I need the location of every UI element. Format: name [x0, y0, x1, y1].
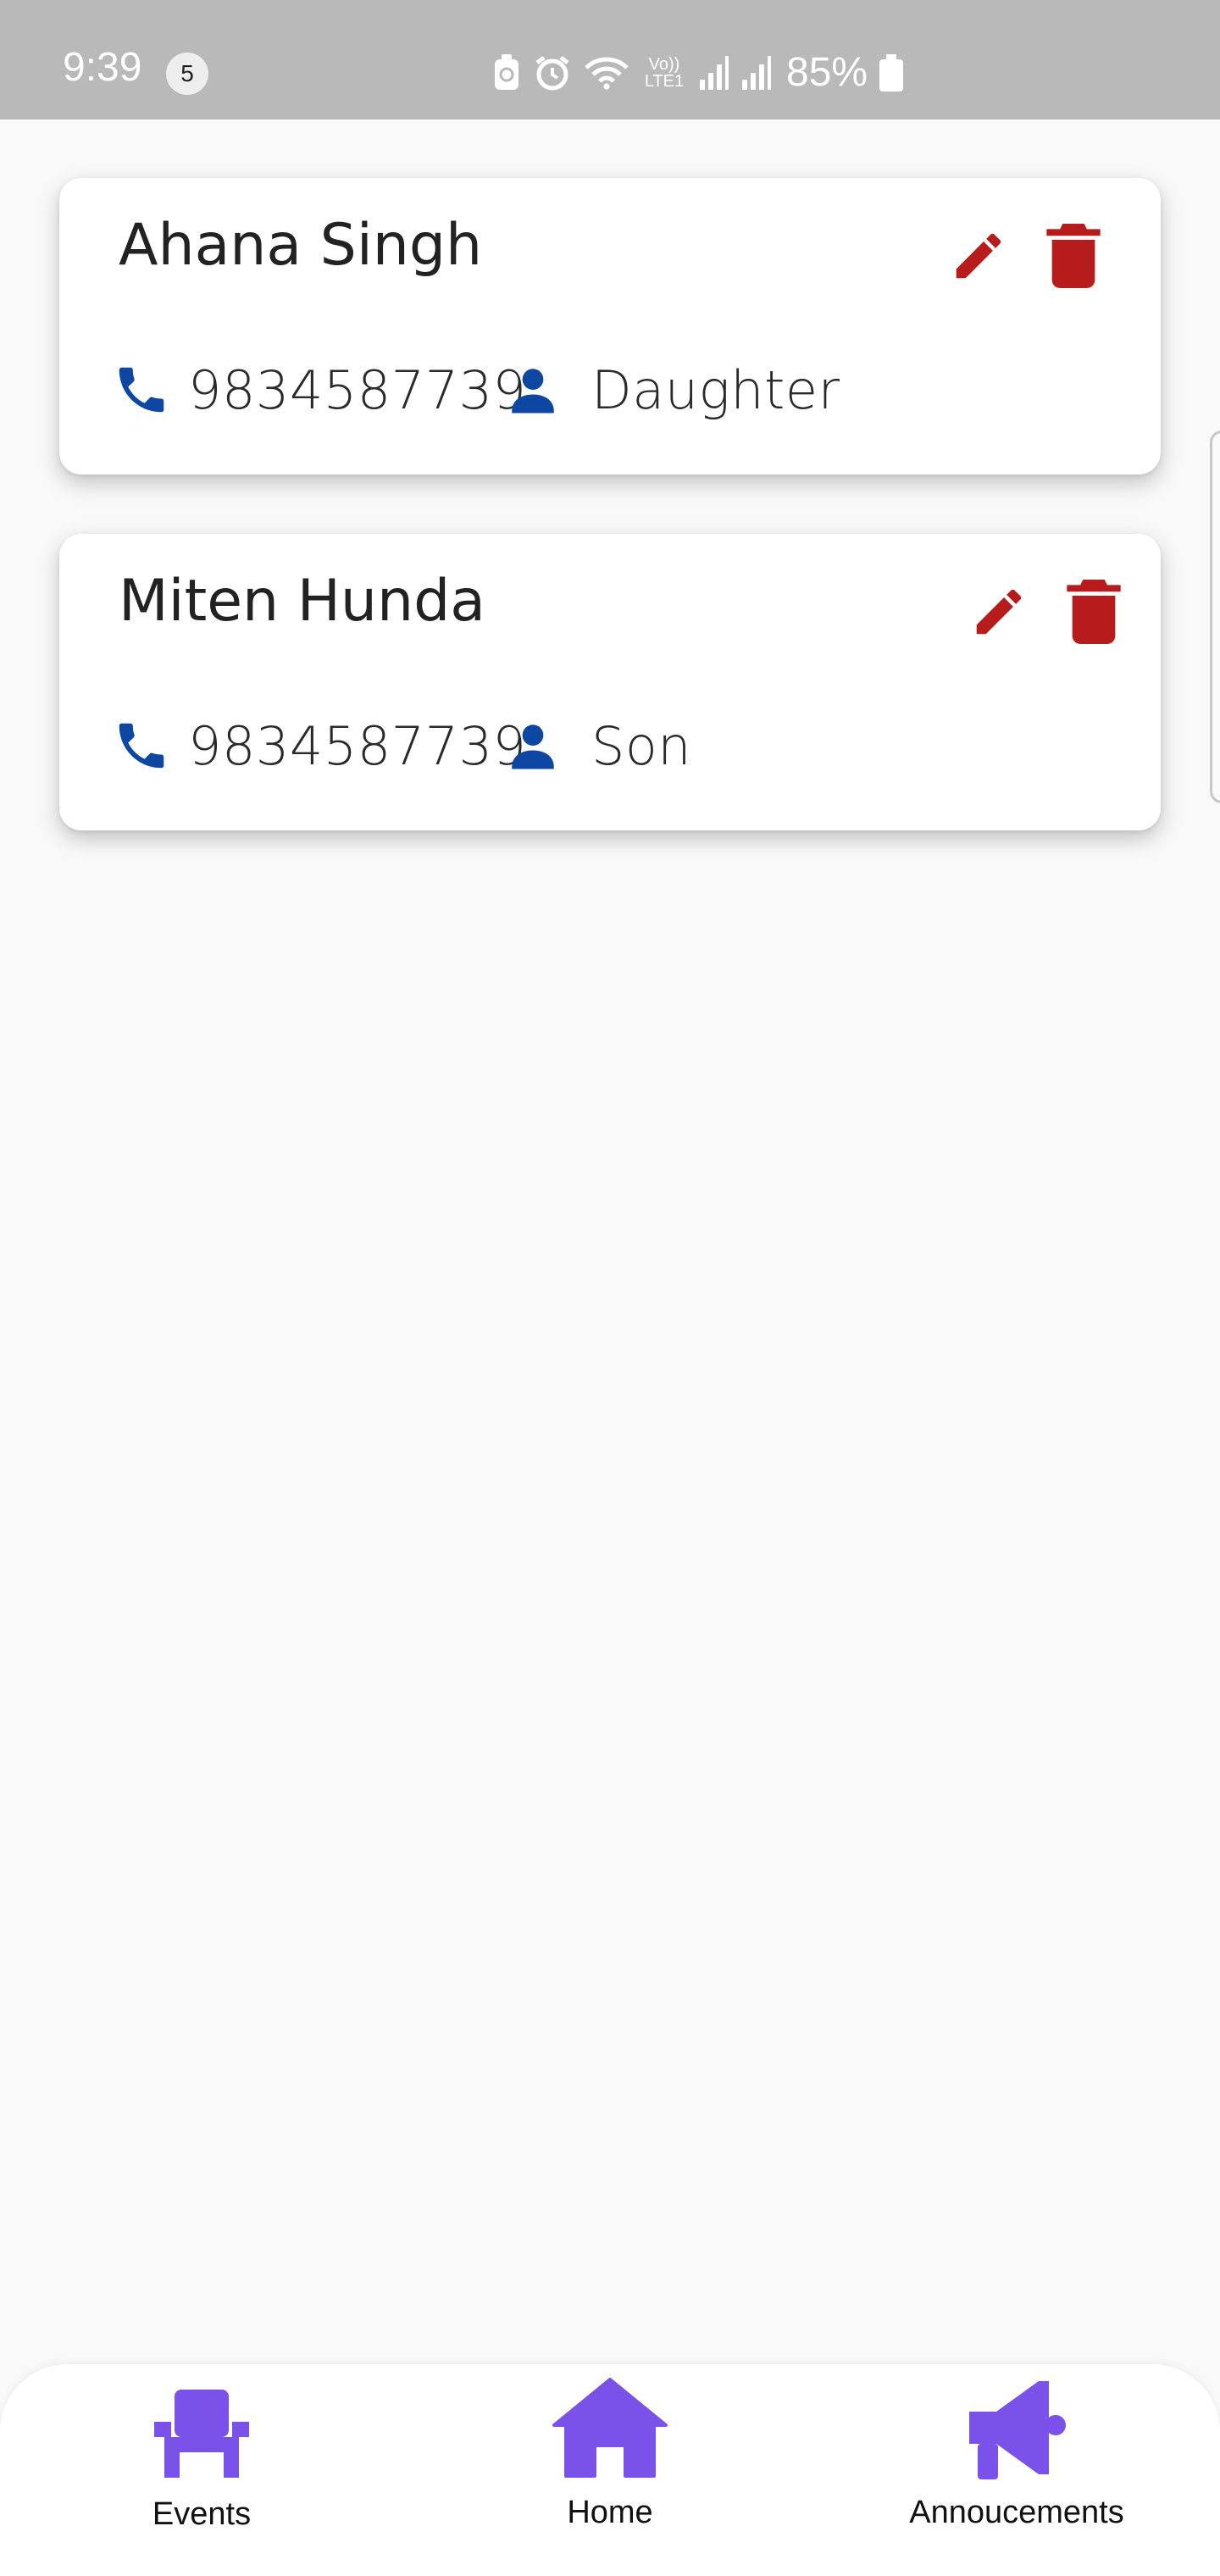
- edge-panel-handle[interactable]: [1210, 430, 1220, 803]
- contact-relation: Daughter: [591, 358, 840, 421]
- nav-announcements[interactable]: Annoucements: [898, 2378, 1135, 2531]
- delete-button[interactable]: [1044, 224, 1103, 288]
- home-icon: [552, 2378, 668, 2478]
- nav-events[interactable]: Events: [142, 2386, 261, 2533]
- contact-phone: 9834587739: [188, 714, 527, 777]
- battery-percentage: 85%: [786, 50, 868, 95]
- nav-home[interactable]: Home: [542, 2378, 678, 2531]
- contact-details-row: 9834587739 Daughter: [110, 352, 840, 428]
- contact-phone: 9834587739: [188, 358, 527, 421]
- status-time: 9:39: [63, 45, 142, 90]
- phone-icon: [110, 358, 173, 421]
- card-actions: [949, 222, 1103, 290]
- battery-icon: [879, 54, 904, 92]
- contact-card: Miten Hunda 9834587739 Son: [59, 534, 1161, 830]
- contact-name: Miten Hunda: [119, 568, 485, 635]
- status-icons: Vo)) LTE1 85%: [491, 47, 904, 98]
- pencil-icon: [976, 589, 1022, 635]
- trash-icon: [1046, 224, 1101, 288]
- delete-button[interactable]: [1064, 580, 1123, 644]
- signal-icon-2: [740, 54, 771, 92]
- person-icon: [502, 358, 564, 421]
- wifi-icon: [583, 54, 630, 92]
- contact-name: Ahana Singh: [119, 212, 483, 279]
- volte-label: Vo)) LTE1: [644, 55, 685, 91]
- nav-home-label: Home: [567, 2495, 653, 2530]
- edit-button[interactable]: [949, 224, 1008, 288]
- bottom-navigation: Events Home Annoucements: [0, 2364, 1220, 2576]
- signal-icon-1: [698, 54, 729, 92]
- status-bar: 9:39 5 Vo)) LTE1 85%: [0, 0, 1220, 119]
- nav-events-label: Events: [152, 2496, 252, 2532]
- person-icon: [502, 714, 564, 777]
- notification-count-badge: 5: [166, 53, 208, 95]
- battery-saver-icon: [491, 54, 522, 92]
- nav-announcements-label: Annoucements: [909, 2495, 1124, 2530]
- card-actions: [969, 578, 1123, 646]
- phone-icon: [110, 714, 173, 777]
- pencil-icon: [956, 233, 1001, 279]
- trash-icon: [1067, 580, 1121, 644]
- chair-icon: [154, 2390, 249, 2478]
- edit-button[interactable]: [969, 580, 1029, 644]
- contact-card: Ahana Singh 9834587739 Daughter: [59, 178, 1161, 475]
- alarm-icon: [534, 54, 571, 92]
- contact-details-row: 9834587739 Son: [110, 708, 691, 784]
- megaphone-icon: [969, 2381, 1066, 2479]
- contact-relation: Son: [591, 714, 692, 777]
